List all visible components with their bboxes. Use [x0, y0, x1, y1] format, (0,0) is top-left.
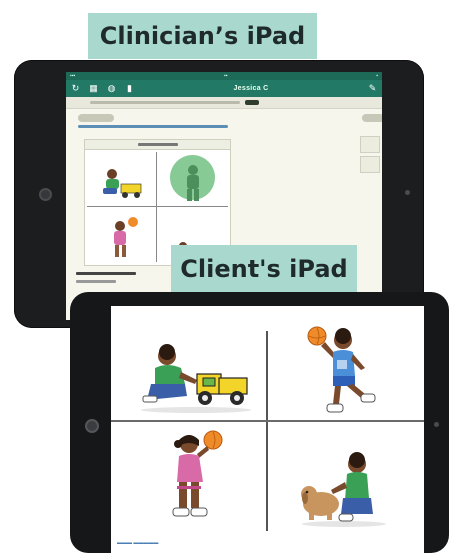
back-pill-button[interactable]	[78, 114, 114, 122]
status-bar: ▪▪▪ ▪▪ ▪	[66, 72, 382, 80]
breadcrumb-text	[90, 101, 240, 104]
response-value	[76, 280, 116, 283]
app-navbar: ↻ ▦ ◍ ▮ Jessica C ✎	[66, 80, 382, 97]
side-control-2[interactable]	[360, 156, 380, 173]
grid-divider-horizontal	[87, 206, 228, 207]
status-center-glyph: ▪▪	[224, 73, 228, 79]
next-pill-button[interactable]	[362, 114, 382, 122]
boy-dog-image[interactable]	[299, 448, 389, 528]
camera-dot	[85, 419, 99, 433]
breadcrumb-tag[interactable]	[245, 100, 259, 105]
instruction-link[interactable]	[78, 125, 228, 128]
grid-icon[interactable]: ▦	[89, 84, 98, 93]
home-button[interactable]	[405, 190, 410, 195]
client-screen: ▬▬▬ ▬▬▬▬▬	[111, 306, 424, 553]
breadcrumb	[66, 97, 382, 109]
clinician-ipad-label: Clinician’s iPad	[88, 13, 317, 59]
boy-throwing-ball-image[interactable]	[303, 324, 383, 418]
grid-divider-vertical	[266, 331, 268, 531]
boy-truck-image[interactable]	[141, 344, 256, 414]
status-left-glyph: ▪▪▪	[70, 73, 76, 79]
footer-link[interactable]: ▬▬▬ ▬▬▬▬▬	[117, 540, 158, 546]
status-right-glyph: ▪	[376, 73, 378, 79]
refresh-icon[interactable]: ↻	[71, 84, 80, 93]
client-ipad: ▬▬▬ ▬▬▬▬▬	[70, 292, 449, 553]
globe-icon[interactable]: ◍	[107, 84, 116, 93]
home-button[interactable]	[434, 422, 439, 427]
mini-throwing-boy-image[interactable]	[177, 162, 209, 204]
response-label	[76, 272, 136, 275]
mini-truck-boy-image[interactable]	[97, 164, 147, 202]
mini-girl-ball-image[interactable]	[107, 214, 141, 260]
trash-icon[interactable]: ▮	[125, 84, 134, 93]
camera-dot	[39, 188, 52, 201]
client-ipad-label: Client's iPad	[171, 245, 357, 292]
girl-ball-image[interactable]	[163, 426, 233, 526]
grid-divider-horizontal	[111, 420, 424, 422]
client-name-title[interactable]: Jessica C	[143, 85, 359, 92]
client-view-title	[85, 140, 230, 150]
pencil-icon[interactable]: ✎	[368, 84, 377, 93]
side-control-1[interactable]	[360, 136, 380, 153]
grid-divider-vertical	[156, 152, 157, 262]
